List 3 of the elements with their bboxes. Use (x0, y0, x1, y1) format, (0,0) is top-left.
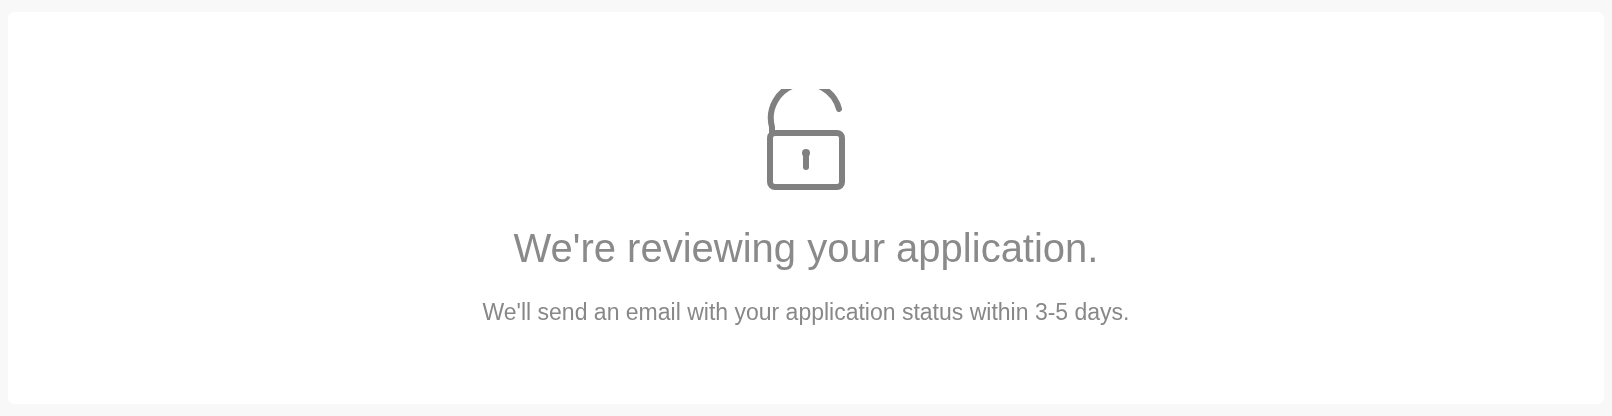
status-title: We're reviewing your application. (513, 225, 1099, 272)
status-message: We'll send an email with your application status within 3-5 days. (482, 298, 1130, 326)
padlock-icon (767, 89, 845, 190)
